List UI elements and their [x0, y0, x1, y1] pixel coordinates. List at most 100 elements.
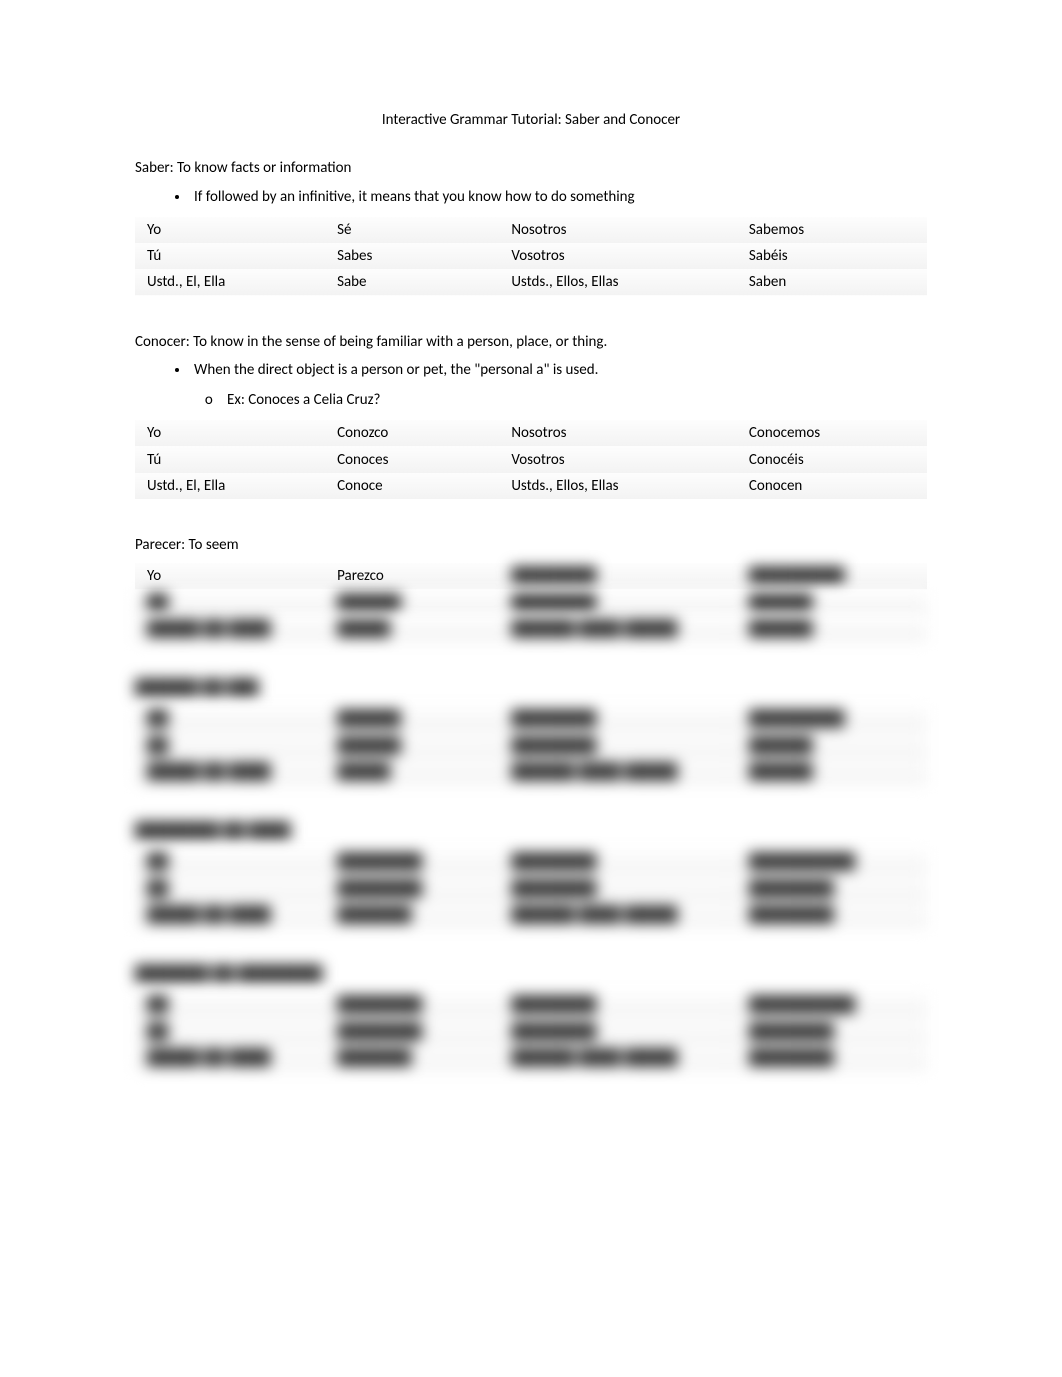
table-row: Yo Sé Nosotros Sabemos	[135, 217, 927, 243]
cell: ██	[135, 992, 325, 1018]
cell: Conoce	[325, 473, 499, 499]
cell: ████████	[499, 1019, 737, 1045]
cell: ██████████	[737, 992, 927, 1018]
cell: ██████ ████ █████	[499, 1045, 737, 1071]
table-row: █████ ██ ████ ███████ ██████ ████ █████ …	[135, 1045, 927, 1071]
cell: Ustd., El, Ella	[135, 473, 325, 499]
cell: Yo	[135, 217, 325, 243]
cell: █████	[325, 616, 499, 642]
saber-heading: Saber: To know facts or information	[135, 158, 927, 178]
table-row: ██ ████████ ████████ ████████	[135, 876, 927, 902]
table-row: █████ ██ ████ █████ ██████ ████ █████ ██…	[135, 759, 927, 785]
cell: Conocen	[737, 473, 927, 499]
conocer-heading: Conocer: To know in the sense of being f…	[135, 332, 927, 352]
saber-table: Yo Sé Nosotros Sabemos Tú Sabes Vosotros…	[135, 217, 927, 296]
cell: █████ ██ ████	[135, 616, 325, 642]
hidden-heading-3: ███████ ██ ████████	[135, 964, 927, 984]
cell: Nosotros	[499, 217, 737, 243]
cell: ██████	[737, 733, 927, 759]
cell: ██	[135, 876, 325, 902]
cell: ██	[135, 590, 325, 616]
cell: Conocemos	[737, 420, 927, 446]
cell: ████████	[737, 1019, 927, 1045]
hidden-table-1: ██ ██████ ████████ █████████ ██ ██████ █…	[135, 706, 927, 785]
cell: █████ ██ ████	[135, 759, 325, 785]
page-title: Interactive Grammar Tutorial: Saber and …	[135, 110, 927, 130]
table-row: Yo Conozco Nosotros Conocemos	[135, 420, 927, 446]
hidden-table-3: ██ ████████ ████████ ██████████ ██ █████…	[135, 992, 927, 1071]
cell: ████████	[325, 849, 499, 875]
cell: █████ ██ ████	[135, 1045, 325, 1071]
cell: ██████	[325, 590, 499, 616]
conocer-sub-bullets: Ex: Conoces a Celia Cruz?	[223, 390, 927, 410]
cell: ██████	[325, 706, 499, 732]
cell: ████████	[325, 992, 499, 1018]
parecer-table: Yo Parezco ████████ █████████ ██ ██████ …	[135, 563, 927, 642]
cell: ██████ ████ █████	[499, 616, 737, 642]
cell: Vosotros	[499, 243, 737, 269]
cell: Ustd., El, Ella	[135, 269, 325, 295]
cell: Tú	[135, 243, 325, 269]
conocer-sub-bullet-1: Ex: Conoces a Celia Cruz?	[223, 390, 927, 410]
cell: ██	[135, 706, 325, 732]
table-row: Ustd., El, Ella Sabe Ustds., Ellos, Ella…	[135, 269, 927, 295]
cell: ████████	[499, 876, 737, 902]
saber-bullets: If followed by an infinitive, it means t…	[190, 187, 927, 207]
cell: Conocéis	[737, 447, 927, 473]
conocer-table: Yo Conozco Nosotros Conocemos Tú Conoces…	[135, 420, 927, 499]
table-row: Ustd., El, Ella Conoce Ustds., Ellos, El…	[135, 473, 927, 499]
cell: Tú	[135, 447, 325, 473]
cell: ██████	[325, 733, 499, 759]
cell: ██	[135, 849, 325, 875]
cell: Conozco	[325, 420, 499, 446]
cell: ███████	[325, 902, 499, 928]
cell: ████████	[737, 876, 927, 902]
cell: █████	[325, 759, 499, 785]
hidden-heading-2: ████████ ██ ████	[135, 821, 927, 841]
cell: Conoces	[325, 447, 499, 473]
cell: ███████	[325, 1045, 499, 1071]
cell: ██████	[737, 616, 927, 642]
table-row: ██ ██████ ████████ █████████	[135, 706, 927, 732]
table-row: ██ ██████ ████████ ██████	[135, 590, 927, 616]
cell: Saben	[737, 269, 927, 295]
cell: ██	[135, 733, 325, 759]
cell: Sabe	[325, 269, 499, 295]
cell: ██████ ████ █████	[499, 759, 737, 785]
table-row: ██ ██████ ████████ ██████	[135, 733, 927, 759]
conocer-bullet-1: When the direct object is a person or pe…	[190, 360, 927, 380]
cell: ████████	[499, 706, 737, 732]
cell: Sé	[325, 217, 499, 243]
cell: ██████████	[737, 849, 927, 875]
table-row: ██ ████████ ████████ ██████████	[135, 992, 927, 1018]
cell: █████ ██ ████	[135, 902, 325, 928]
hidden-heading-1: ██████ ██ ███	[135, 678, 927, 698]
conocer-bullets: When the direct object is a person or pe…	[190, 360, 927, 380]
cell: ████████	[737, 1045, 927, 1071]
cell: ████████	[499, 992, 737, 1018]
hidden-table-2: ██ ████████ ████████ ██████████ ██ █████…	[135, 849, 927, 928]
table-row: █████ ██ ████ ███████ ██████ ████ █████ …	[135, 902, 927, 928]
table-row: █████ ██ ████ █████ ██████ ████ █████ ██…	[135, 616, 927, 642]
table-row: Tú Sabes Vosotros Sabéis	[135, 243, 927, 269]
cell: ██	[135, 1019, 325, 1045]
table-row: ██ ████████ ████████ ████████	[135, 1019, 927, 1045]
cell: Sabemos	[737, 217, 927, 243]
cell: ████████	[499, 590, 737, 616]
parecer-heading: Parecer: To seem	[135, 535, 927, 555]
saber-bullet-1: If followed by an infinitive, it means t…	[190, 187, 927, 207]
cell: ██████	[737, 590, 927, 616]
table-row: Tú Conoces Vosotros Conocéis	[135, 447, 927, 473]
cell: Vosotros	[499, 447, 737, 473]
cell: ██████	[737, 759, 927, 785]
cell: Yo	[135, 420, 325, 446]
cell: Parezco	[325, 563, 499, 589]
cell: Ustds., Ellos, Ellas	[499, 269, 737, 295]
cell: █████████	[737, 706, 927, 732]
table-row: ██ ████████ ████████ ██████████	[135, 849, 927, 875]
cell: ████████	[737, 902, 927, 928]
cell: ████████	[499, 849, 737, 875]
cell: Nosotros	[499, 420, 737, 446]
cell: ████████	[499, 733, 737, 759]
cell: ████████	[325, 1019, 499, 1045]
